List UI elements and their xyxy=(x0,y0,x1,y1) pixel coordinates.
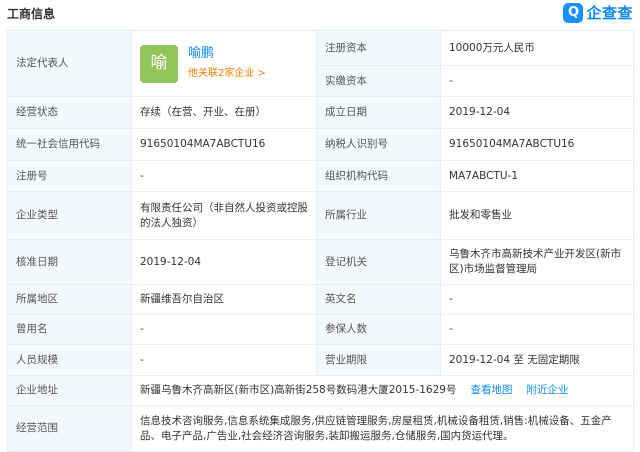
reg-no-value: - xyxy=(131,160,317,192)
credit-code-label: 统一社会信用代码 xyxy=(7,128,132,161)
section-title: 工商信息 xyxy=(7,7,56,21)
reg-no-label: 注册号 xyxy=(7,160,132,192)
staff-size-value: - xyxy=(131,344,317,376)
ent-type-label: 企业类型 xyxy=(7,191,132,240)
taxpayer-id-value: 91650104MA7ABCTU16 xyxy=(440,128,634,161)
former-name-label: 曾用名 xyxy=(7,314,132,345)
former-name-value: - xyxy=(131,314,317,345)
region-value: 新疆维吾尔自治区 xyxy=(131,284,317,315)
scope-value: 信息技术咨询服务,信息系统集成服务,供应链管理服务,房屋租赁,机械设备租赁,销售… xyxy=(131,405,634,452)
address-value: 新疆乌鲁木齐高新区(新市区)高新街258号数码港大厦2015-1629号 xyxy=(140,384,457,396)
rep-name-link[interactable]: 喻鹏 xyxy=(188,46,266,61)
taxpayer-id-label: 纳税人识别号 xyxy=(316,128,441,161)
header: 工商信息 Q 企查查 xyxy=(0,0,640,30)
business-info-table: 法定代表人 喻 喻鹏 他关联2家企业 > 注册资本 10000万元人民币 实缴资… xyxy=(7,30,634,452)
status-value: 存续（在营、开业、在册） xyxy=(131,96,317,129)
industry-label: 所属行业 xyxy=(316,191,441,240)
en-name-value: - xyxy=(440,284,634,315)
status-label: 经营状态 xyxy=(7,96,132,129)
en-name-label: 英文名 xyxy=(316,284,441,315)
insured-label: 参保人数 xyxy=(316,314,441,345)
credit-code-value: 91650104MA7ABCTU16 xyxy=(131,128,317,161)
region-label: 所属地区 xyxy=(7,284,132,315)
approve-date-value: 2019-12-04 xyxy=(131,239,317,285)
reg-authority-value: 乌鲁木齐市高新技术产业开发区(新市区)市场监督管理局 xyxy=(440,239,634,285)
term-value: 2019-12-04 至 无固定期限 xyxy=(440,344,634,376)
reg-capital-value: 10000万元人民币 xyxy=(440,30,634,66)
industry-value: 批发和零售业 xyxy=(440,191,634,240)
avatar[interactable]: 喻 xyxy=(140,44,178,83)
qcc-logo-icon: Q xyxy=(563,2,584,23)
approve-date-label: 核准日期 xyxy=(7,239,132,285)
nearby-companies-link[interactable]: 附近企业 xyxy=(526,384,568,396)
paid-capital-value: - xyxy=(440,65,634,97)
rep-label: 法定代表人 xyxy=(7,30,132,97)
reg-authority-label: 登记机关 xyxy=(316,239,441,285)
address-label: 企业地址 xyxy=(7,375,132,406)
qcc-logo-text: 企查查 xyxy=(586,4,633,22)
rep-cell: 喻 喻鹏 他关联2家企业 > xyxy=(131,30,317,97)
address-cell: 新疆乌鲁木齐高新区(新市区)高新街258号数码港大厦2015-1629号 查看地图… xyxy=(131,375,634,406)
qcc-logo: Q 企查查 xyxy=(563,2,633,23)
paid-capital-label: 实缴资本 xyxy=(316,65,441,97)
reg-capital-label: 注册资本 xyxy=(316,30,441,66)
ent-type-value: 有限责任公司（非自然人投资或控股的法人独资） xyxy=(131,191,317,240)
org-code-label: 组织机构代码 xyxy=(316,160,441,192)
related-companies-link[interactable]: 他关联2家企业 > xyxy=(188,66,266,81)
est-date-value: 2019-12-04 xyxy=(440,96,634,129)
view-map-link[interactable]: 查看地图 xyxy=(470,384,512,396)
org-code-value: MA7ABCTU-1 xyxy=(440,160,634,192)
scope-label: 经营范围 xyxy=(7,405,132,452)
term-label: 营业期限 xyxy=(316,344,441,376)
insured-value: - xyxy=(440,314,634,345)
staff-size-label: 人员规模 xyxy=(7,344,132,376)
est-date-label: 成立日期 xyxy=(316,96,441,129)
